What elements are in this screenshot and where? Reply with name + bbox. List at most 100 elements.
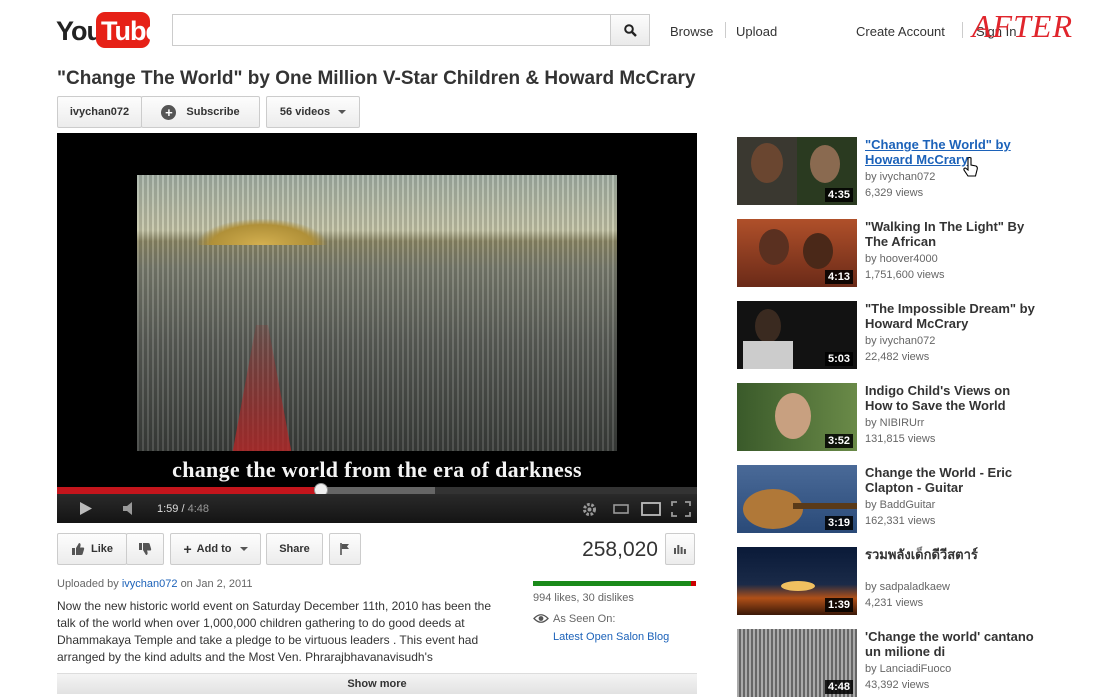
videos-count-label: 56 videos [279,106,331,118]
time-display: 1:59 / 4:48 [157,503,210,515]
header-divider [725,22,726,38]
related-thumbnail[interactable]: 4:48 [737,629,857,697]
time-total: 4:48 [187,503,210,515]
open-salon-blog-link[interactable]: Latest Open Salon Blog [553,631,669,643]
thumb-face [810,145,840,183]
thumb-glow [781,581,815,591]
related-title[interactable]: 'Change the world' cantano un milione di [865,629,1035,659]
related-video-item[interactable]: 4:13 "Walking In The Light" By The Afric… [737,219,1037,289]
progress-played [57,487,322,494]
related-views: 162,331 views [865,515,936,527]
related-video-item[interactable]: 4:35 "Change The World" by Howard McCrar… [737,137,1037,207]
dislike-button[interactable] [126,533,164,565]
related-thumbnail[interactable]: 4:13 [737,219,857,287]
duration-badge: 4:35 [824,188,853,202]
logo-tube-box: Tube [96,12,160,48]
add-to-button[interactable]: + Add to [170,533,261,565]
browse-link[interactable]: Browse [670,24,713,39]
share-button[interactable]: Share [266,533,323,565]
likes-dislikes-text: 994 likes, 30 dislikes [533,592,634,604]
duration-badge: 1:39 [824,598,853,612]
video-subtitle: change the world from the era of darknes… [172,457,582,482]
thumb-face [803,233,833,269]
chevron-down-icon [338,110,347,114]
related-video-item[interactable]: 5:03 "The Impossible Dream" by Howard Mc… [737,301,1037,371]
player-controls: 1:59 / 4:48 [57,494,697,523]
add-to-label: Add to [196,543,232,555]
flag-button[interactable] [329,533,361,565]
related-title[interactable]: "The Impossible Dream" by Howard McCrary [865,301,1035,331]
related-uploader: by hoover4000 [865,253,938,265]
related-title[interactable]: "Change The World" by Howard McCrary [865,137,1035,167]
stats-button[interactable] [665,533,695,565]
plus-icon: + [183,541,192,557]
related-uploader: by ivychan072 [865,171,936,183]
related-uploader: by ivychan072 [865,335,936,347]
logo-tube-text: Tube [101,16,160,46]
subscribe-button[interactable]: + Subscribe [141,96,260,128]
create-account-link[interactable]: Create Account [856,24,945,39]
uploaded-prefix: Uploaded by [57,578,119,590]
related-thumbnail[interactable]: 4:35 [737,137,857,205]
show-more-button[interactable]: Show more [57,673,697,694]
video-title: "Change The World" by One Million V-Star… [57,68,696,89]
duration-badge: 3:52 [824,434,853,448]
related-views: 43,392 views [865,679,930,691]
red-aisle [232,325,292,451]
thumb-guitar-neck [793,503,857,509]
related-video-item[interactable]: 1:39 รวมพลังเด็กดีวีสตาร์ by sadpaladkae… [737,547,1037,617]
stats-icon [674,545,686,554]
related-thumbnail[interactable]: 1:39 [737,547,857,615]
gear-icon[interactable] [581,501,598,518]
youtube-logo[interactable]: You Tube [56,12,160,50]
related-title[interactable]: รวมพลังเด็กดีวีสตาร์ [865,547,1035,562]
search-button[interactable] [610,14,650,46]
thumb-face [751,143,783,183]
flag-icon [340,543,349,555]
related-thumbnail[interactable]: 5:03 [737,301,857,369]
related-title[interactable]: Indigo Child's Views on How to Save the … [865,383,1035,413]
likes-ratio-fill [533,581,692,586]
video-player[interactable]: change the world from the era of darknes… [57,133,697,523]
large-player-icon[interactable] [641,502,661,516]
duration-badge: 4:13 [824,270,853,284]
related-title[interactable]: "Walking In The Light" By The African [865,219,1035,249]
upload-date: on Jan 2, 2011 [180,578,253,590]
related-views: 131,815 views [865,433,936,445]
search-icon [623,23,637,37]
related-uploader: by NIBIRUrr [865,417,925,429]
volume-icon[interactable] [122,501,140,516]
fullscreen-icon[interactable] [671,501,691,517]
temple-dome [197,219,327,245]
related-video-item[interactable]: 4:48 'Change the world' cantano un milio… [737,629,1037,699]
duration-badge: 5:03 [824,352,853,366]
search-input[interactable] [172,14,612,46]
small-player-icon[interactable] [613,503,629,515]
related-views: 4,231 views [865,597,924,609]
hand-cursor-icon [963,157,978,177]
duration-badge: 3:19 [824,516,853,530]
likes-ratio-bar [533,581,696,586]
related-video-item[interactable]: 3:52 Indigo Child's Views on How to Save… [737,383,1037,453]
play-icon[interactable] [79,501,93,516]
as-seen-on-label: As Seen On: [553,613,616,625]
related-thumbnail[interactable]: 3:19 [737,465,857,533]
upload-link[interactable]: Upload [736,24,777,39]
channel-button[interactable]: ivychan072 [57,96,142,128]
related-uploader: by BaddGuitar [865,499,936,511]
like-button[interactable]: Like [57,533,127,565]
videos-dropdown[interactable]: 56 videos [266,96,360,128]
video-frame[interactable] [137,175,617,451]
chevron-down-icon [239,547,248,551]
related-uploader: by LanciadiFuoco [865,663,952,675]
thumb-face [775,393,811,439]
after-overlay-label: AFTER [972,8,1073,44]
duration-badge: 4:48 [824,680,853,694]
related-video-item[interactable]: 3:19 Change the World - Eric Clapton - G… [737,465,1037,535]
uploader-link[interactable]: ivychan072 [122,578,178,590]
progress-bar[interactable] [57,487,697,494]
related-thumbnail[interactable]: 3:52 [737,383,857,451]
upload-info: Uploaded by ivychan072 on Jan 2, 2011 [57,578,253,590]
related-title[interactable]: Change the World - Eric Clapton - Guitar [865,465,1035,495]
time-current: 1:59 [157,503,179,515]
